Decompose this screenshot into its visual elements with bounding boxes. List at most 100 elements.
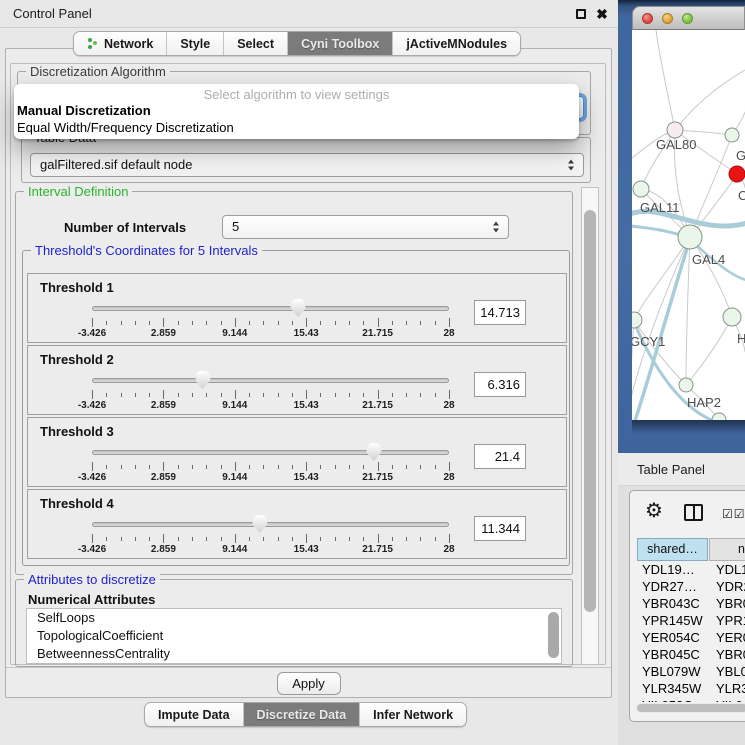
- close-icon[interactable]: ✖: [594, 5, 610, 23]
- cell-name: YBR0: [709, 595, 745, 612]
- threshold-label: Threshold 3: [40, 424, 114, 439]
- threshold-value-field[interactable]: 14.713: [474, 300, 526, 325]
- threshold-slider[interactable]: -3.4262.8599.14415.4321.71528: [92, 370, 449, 412]
- canvas-shadow: [632, 420, 745, 434]
- tab-jactivemnodules[interactable]: jActiveMNodules: [392, 32, 520, 55]
- network-node[interactable]: [725, 128, 739, 142]
- tab-label: Infer Network: [373, 708, 453, 722]
- slider-ticks: [92, 390, 449, 399]
- panel-scrollbar[interactable]: [581, 187, 599, 665]
- table-panel-titlebar: Table Panel: [618, 453, 745, 486]
- table-row[interactable]: YLR345WYLR3: [637, 680, 745, 697]
- cell-name: YDL1: [709, 561, 745, 578]
- threshold-value-field[interactable]: 6.316: [474, 372, 526, 397]
- network-node[interactable]: [729, 166, 745, 182]
- panel-scrollbar-thumb[interactable]: [584, 210, 596, 612]
- column-header-shared-name[interactable]: shared…: [637, 538, 708, 561]
- slider-track[interactable]: [92, 306, 449, 311]
- table-row[interactable]: YDR27…YDR2: [637, 578, 745, 595]
- slider-thumb[interactable]: [195, 371, 210, 389]
- network-node[interactable]: [632, 312, 642, 328]
- network-node[interactable]: [633, 181, 649, 197]
- table-row[interactable]: YBR045CYBR0: [637, 646, 745, 663]
- node-label: C: [738, 188, 745, 203]
- group-title: Attributes to discretize: [24, 572, 160, 587]
- tab-impute-data[interactable]: Impute Data: [145, 703, 243, 726]
- network-canvas[interactable]: GAL80GACGAL11GAL4GCY1HHAP2: [632, 30, 745, 420]
- tab-label: Network: [104, 37, 153, 51]
- table-row[interactable]: YIL052CYIL0: [637, 697, 745, 702]
- cell-shared-name: YBR045C: [637, 646, 709, 663]
- table-row[interactable]: YBR043CYBR0: [637, 595, 745, 612]
- control-panel-tabs: Network StyleSelectCyni Toolbox jActiveMNo…: [73, 31, 521, 56]
- attribute-item[interactable]: TopologicalCoefficient: [27, 627, 561, 645]
- cell-shared-name: YPR145W: [637, 612, 709, 629]
- table-row[interactable]: YDL19…YDL1: [637, 561, 745, 578]
- network-window-titlebar[interactable]: [632, 6, 745, 30]
- dropdown-option-manual[interactable]: Manual Discretization: [17, 103, 151, 118]
- slider-track[interactable]: [92, 522, 449, 527]
- node-label: GAL11: [640, 200, 680, 215]
- float-window-icon[interactable]: [576, 9, 586, 19]
- slider-track[interactable]: [92, 450, 449, 455]
- tab-cyni-toolbox[interactable]: Cyni Toolbox: [287, 32, 392, 55]
- table-data-combo[interactable]: galFiltered.sif default node: [30, 153, 584, 177]
- table-horizontal-scrollbar[interactable]: [636, 703, 745, 713]
- threshold-value-field[interactable]: 21.4: [474, 444, 526, 469]
- slider-thumb[interactable]: [367, 443, 382, 461]
- table-row[interactable]: YER054CYER0: [637, 629, 745, 646]
- window-zoom-button[interactable]: [682, 13, 693, 24]
- window-minimize-button[interactable]: [662, 13, 673, 24]
- table-panel-title: Table Panel: [637, 453, 705, 486]
- cell-shared-name: YDL19…: [637, 561, 709, 578]
- threshold-slider[interactable]: -3.4262.8599.14415.4321.71528: [92, 514, 449, 556]
- cell-name: YBL0: [709, 663, 745, 680]
- num-intervals-combo[interactable]: 5: [222, 215, 509, 239]
- network-node[interactable]: [667, 122, 683, 138]
- dropdown-option-equal-width[interactable]: Equal Width/Frequency Discretization: [17, 120, 234, 135]
- tab-network[interactable]: Network: [74, 32, 166, 55]
- network-node[interactable]: [723, 308, 741, 326]
- slider-ticks: [92, 534, 449, 543]
- gear-icon[interactable]: ⚙: [645, 500, 663, 522]
- attribute-item[interactable]: SelfLoops: [27, 609, 561, 627]
- threshold-row: Threshold 4 -3.4262.8599.14415.4321.7152…: [27, 489, 567, 559]
- cell-name: YDR2: [709, 578, 745, 595]
- threshold-row: Threshold 2 -3.4262.8599.14415.4321.7152…: [27, 345, 567, 415]
- threshold-value-field[interactable]: 11.344: [474, 516, 526, 541]
- attribute-list-scrollbar[interactable]: [548, 612, 559, 658]
- threshold-slider[interactable]: -3.4262.8599.14415.4321.71528: [92, 442, 449, 484]
- slider-thumb[interactable]: [291, 299, 306, 317]
- table-horizontal-scrollbar-thumb[interactable]: [637, 704, 745, 712]
- slider-scale-labels: -3.4262.8599.14415.4321.71528: [92, 328, 449, 340]
- tab-label: jActiveMNodules: [406, 37, 507, 51]
- group-title: Threshold's Coordinates for 5 Intervals: [31, 243, 262, 258]
- tab-discretize-data[interactable]: Discretize Data: [243, 703, 360, 726]
- table-data-value: galFiltered.sif default node: [40, 154, 192, 176]
- window-close-button[interactable]: [642, 13, 653, 24]
- threshold-slider[interactable]: -3.4262.8599.14415.4321.71528: [92, 298, 449, 340]
- tab-style[interactable]: Style: [166, 32, 223, 55]
- table-row[interactable]: YPR145WYPR1: [637, 612, 745, 629]
- threshold-label: Threshold 4: [40, 496, 114, 511]
- table-row[interactable]: YBL079WYBL0: [637, 663, 745, 680]
- network-node[interactable]: [678, 225, 702, 249]
- tab-select[interactable]: Select: [223, 32, 287, 55]
- apply-button[interactable]: Apply: [277, 672, 341, 695]
- column-header-name[interactable]: na: [709, 538, 745, 561]
- split-view-icon[interactable]: [684, 504, 703, 521]
- attribute-item[interactable]: BetweennessCentrality: [27, 645, 561, 663]
- threshold-label: Threshold 1: [40, 280, 114, 295]
- apply-bar: Apply: [6, 667, 611, 698]
- tab-infer-network[interactable]: Infer Network: [359, 703, 466, 726]
- slider-track[interactable]: [92, 378, 449, 383]
- cell-name: YPR1: [709, 612, 745, 629]
- threshold-row: Threshold 1 -3.4262.8599.14415.4321.7152…: [27, 273, 567, 343]
- cell-name: YBR0: [709, 646, 745, 663]
- numerical-attributes-heading: Numerical Attributes: [28, 592, 155, 607]
- num-intervals-label: Number of Intervals: [64, 220, 186, 235]
- network-node[interactable]: [679, 378, 693, 392]
- slider-thumb[interactable]: [252, 515, 267, 533]
- slider-ticks: [92, 462, 449, 471]
- select-columns-icon[interactable]: ☑☑: [722, 507, 745, 521]
